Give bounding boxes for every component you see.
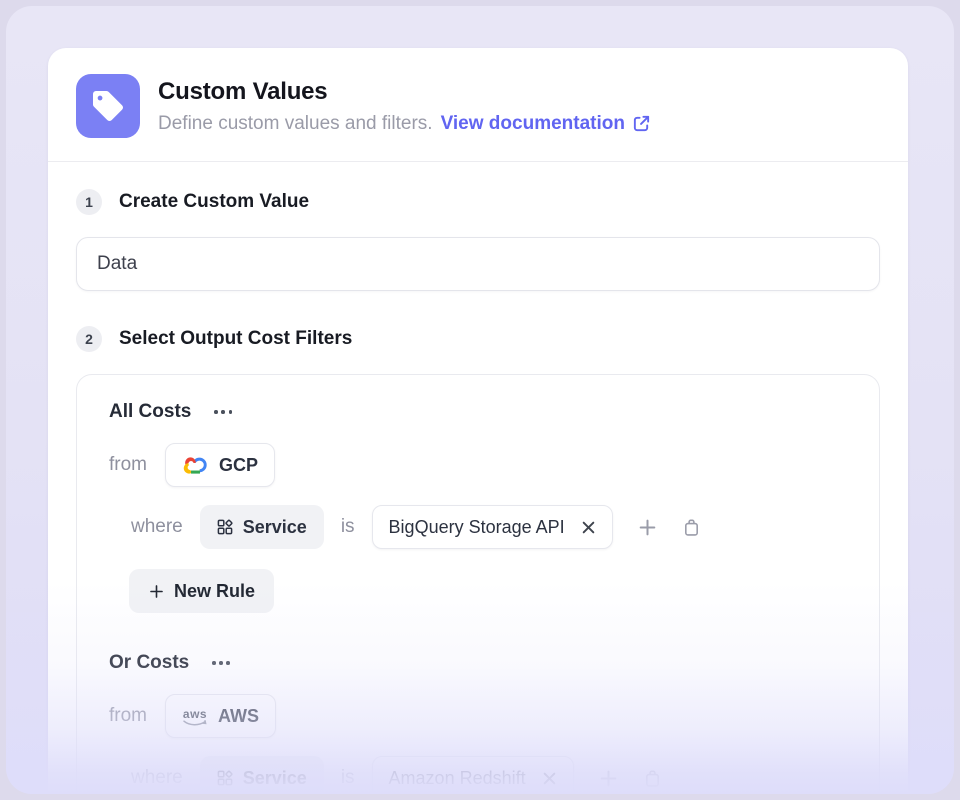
panel-header: Custom Values Define custom values and f…: [48, 48, 908, 161]
is-label: is: [341, 767, 355, 789]
step-1-title: Create Custom Value: [119, 191, 309, 213]
cost-filters-card: All Costs from: [76, 374, 880, 794]
value-chip-redshift[interactable]: Amazon Redshift: [372, 756, 574, 794]
value-label: BigQuery Storage API: [389, 517, 565, 538]
trash-icon[interactable]: [678, 514, 705, 541]
all-costs-group-header: All Costs: [109, 401, 851, 423]
tag-icon: [76, 74, 140, 138]
plus-icon[interactable]: [634, 514, 661, 541]
from-label: from: [109, 705, 147, 727]
or-costs-provider-row: from aws AWS: [109, 694, 851, 738]
custom-values-panel: Custom Values Define custom values and f…: [48, 48, 908, 794]
or-costs-group-header: Or Costs: [109, 652, 851, 674]
category-grid-icon: [217, 519, 233, 535]
dimension-label: Service: [243, 517, 307, 538]
panel-titles: Custom Values Define custom values and f…: [158, 78, 651, 135]
step-2-badge: 2: [76, 326, 102, 352]
gcp-cloud-icon: [182, 456, 209, 475]
aws-logo-icon: aws: [182, 708, 208, 727]
close-icon[interactable]: [578, 517, 599, 538]
or-costs-rule-row: where Service: [131, 756, 851, 794]
doc-link-label: View documentation: [441, 113, 625, 135]
from-label: from: [109, 454, 147, 476]
provider-chip-aws[interactable]: aws AWS: [165, 694, 276, 738]
where-label: where: [131, 767, 183, 789]
external-link-icon: [632, 114, 651, 133]
step-2-header: 2 Select Output Cost Filters: [76, 326, 880, 352]
plus-icon: [148, 583, 165, 600]
page-subtitle: Define custom values and filters. View d…: [158, 113, 651, 135]
all-costs-title: All Costs: [109, 401, 191, 423]
or-costs-group: Or Costs from aws: [109, 652, 851, 794]
provider-label: AWS: [218, 706, 259, 727]
category-grid-icon: [217, 770, 233, 786]
step-1-header: 1 Create Custom Value: [76, 189, 880, 215]
is-label: is: [341, 516, 355, 538]
all-costs-provider-row: from: [109, 443, 851, 487]
view-documentation-link[interactable]: View documentation: [441, 113, 651, 135]
page-background: Custom Values Define custom values and f…: [6, 6, 954, 794]
where-label: where: [131, 516, 183, 538]
step-2-title: Select Output Cost Filters: [119, 328, 352, 350]
plus-icon[interactable]: [595, 765, 622, 792]
value-chip-bigquery[interactable]: BigQuery Storage API: [372, 505, 613, 549]
close-icon[interactable]: [539, 768, 560, 789]
dimension-chip-service[interactable]: Service: [200, 756, 324, 794]
value-label: Amazon Redshift: [389, 768, 526, 789]
page-title: Custom Values: [158, 78, 651, 106]
new-rule-label: New Rule: [174, 581, 255, 602]
all-costs-rule-row: where Service is: [131, 505, 851, 549]
ellipsis-icon[interactable]: [210, 657, 232, 669]
provider-label: GCP: [219, 455, 258, 476]
panel-body: 1 Create Custom Value 2 Select Output Co…: [48, 162, 908, 794]
or-costs-title: Or Costs: [109, 652, 189, 674]
custom-value-name-input[interactable]: [76, 237, 880, 291]
dimension-label: Service: [243, 768, 307, 789]
new-rule-button[interactable]: New Rule: [129, 569, 274, 613]
ellipsis-icon[interactable]: [212, 406, 234, 418]
trash-icon[interactable]: [639, 765, 666, 792]
step-1-badge: 1: [76, 189, 102, 215]
provider-chip-gcp[interactable]: GCP: [165, 443, 275, 487]
subtitle-text: Define custom values and filters.: [158, 113, 433, 135]
dimension-chip-service[interactable]: Service: [200, 505, 324, 549]
